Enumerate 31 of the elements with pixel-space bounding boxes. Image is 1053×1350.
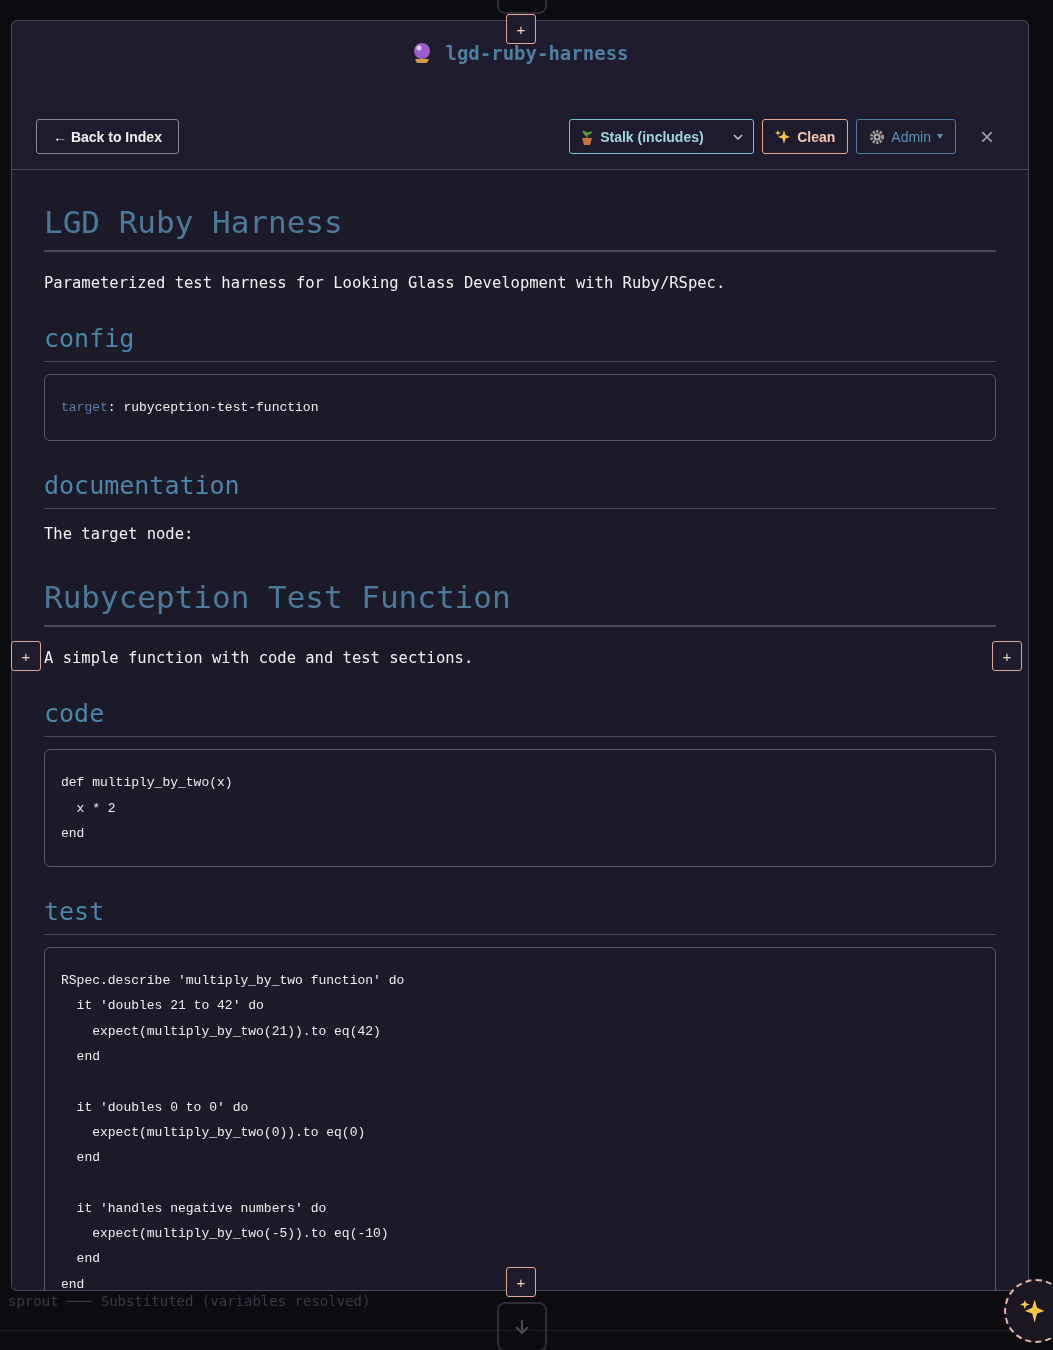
sparkles-icon (1020, 1298, 1046, 1324)
insert-button[interactable]: + (11, 641, 41, 671)
section-heading: code (44, 687, 996, 738)
config-block: target: rubyception-test-function (44, 374, 996, 442)
clean-button[interactable]: Clean (762, 119, 849, 154)
section-heading: config (44, 312, 996, 362)
status-line: sprout ─── Substituted (variables resolved) (8, 1293, 371, 1309)
assistant-button[interactable] (1004, 1279, 1053, 1343)
page-heading: LGD Ruby Harness (44, 188, 996, 252)
admin-button[interactable]: Admin (856, 119, 956, 154)
caret-icon (937, 134, 943, 139)
section-heading: test (44, 885, 996, 936)
insert-button[interactable]: + (506, 14, 536, 44)
paragraph: The target node: (44, 524, 195, 546)
scroll-down-button[interactable] (497, 1302, 547, 1350)
page-heading: Rubyception Test Function (44, 563, 996, 628)
sparkles-icon (775, 128, 792, 145)
paragraph: A simple function with code and test sections. (44, 648, 475, 670)
insert-button[interactable]: + (506, 1267, 536, 1297)
chevron-down-icon (733, 132, 744, 141)
mode-select[interactable]: Stalk (includes) (569, 119, 755, 154)
insert-button[interactable]: + (992, 641, 1022, 671)
window-title: lgd-ruby-harness (445, 42, 629, 64)
plant-icon (580, 128, 595, 145)
paragraph: Parameterized test harness for Looking Glass Development with Ruby/RSpec. (44, 273, 727, 294)
close-button[interactable]: × (970, 119, 1004, 154)
back-button[interactable]: ← Back to Index (36, 119, 179, 154)
arrow-down-icon (512, 1317, 532, 1337)
section-heading: documentation (44, 459, 996, 510)
code-block: def multiply_by_two(x) x * 2 end (44, 749, 996, 868)
gear-icon (869, 128, 886, 145)
